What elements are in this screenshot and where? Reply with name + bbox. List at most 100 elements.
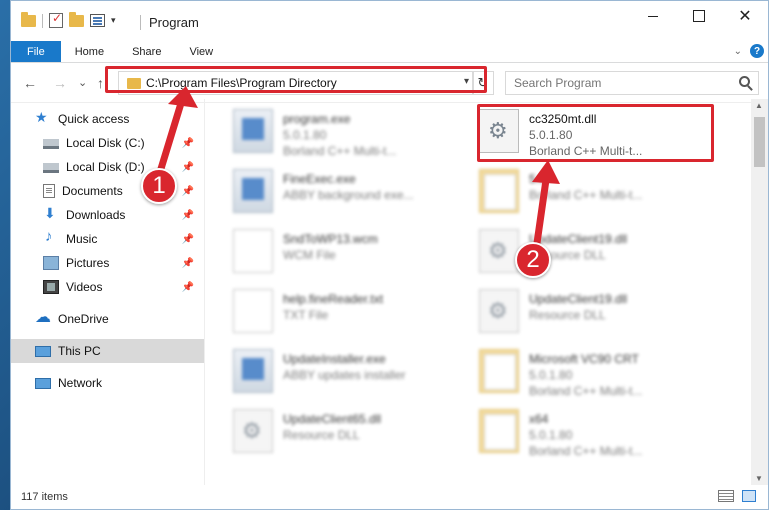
file-name: FineExec.exe bbox=[283, 172, 356, 186]
step-marker-1: 1 bbox=[141, 168, 177, 204]
sidebar-item-network[interactable]: Network bbox=[11, 371, 204, 395]
file-item[interactable]: Microsoft VC90 CRT 5.0.1.80 Borland C++ Mu… bbox=[475, 345, 703, 401]
file-item[interactable]: 5.0 Borland C++ Multi-t... bbox=[475, 165, 703, 221]
expand-ribbon-chevron-icon[interactable]: ⌄ bbox=[734, 46, 742, 57]
sidebar-item-music[interactable]: Music 📌 bbox=[11, 227, 204, 251]
vertical-scrollbar[interactable]: ▲ ▼ bbox=[751, 99, 768, 485]
tab-view[interactable]: View bbox=[175, 41, 227, 62]
folder-file-icon bbox=[479, 349, 519, 393]
search-icon[interactable] bbox=[739, 76, 750, 87]
sidebar-item-quick-access[interactable]: Quick access bbox=[11, 107, 204, 131]
file-list: program.exe 5.0.1.80 Borland C++ Multi-t..… bbox=[205, 99, 768, 485]
file-detail: TXT File bbox=[283, 308, 329, 322]
file-detail: ABBY updates installer bbox=[283, 368, 406, 382]
file-detail: Borland C++ Multi-t... bbox=[529, 384, 643, 398]
view-switcher bbox=[718, 490, 756, 502]
file-name: Microsoft VC90 CRT bbox=[529, 352, 639, 366]
title-separator bbox=[140, 15, 141, 30]
close-button[interactable]: ✕ bbox=[722, 1, 768, 31]
pin-icon[interactable]: 📌 bbox=[182, 138, 194, 149]
sidebar-item-this-pc[interactable]: This PC bbox=[11, 339, 204, 363]
sidebar-item-videos[interactable]: Videos 📌 bbox=[11, 275, 204, 299]
back-button[interactable]: ← bbox=[23, 75, 37, 91]
scroll-thumb[interactable] bbox=[754, 117, 765, 167]
file-detail: ABBY background exe... bbox=[283, 188, 414, 202]
sidebar-item-downloads[interactable]: Downloads 📌 bbox=[11, 203, 204, 227]
star-icon bbox=[35, 109, 51, 126]
file-detail: 5.0.1.80 bbox=[283, 128, 327, 142]
tab-share[interactable]: Share bbox=[118, 41, 175, 62]
new-folder-icon[interactable] bbox=[69, 11, 84, 27]
file-item[interactable]: UpdateClient19.dllResource DLL bbox=[475, 285, 703, 341]
file-meta: UpdateInstaller.exe ABBY updates installe… bbox=[283, 345, 406, 383]
address-path[interactable]: C:\Program Files\Program Directory bbox=[146, 76, 337, 90]
sidebar-item-label: Quick access bbox=[58, 112, 130, 126]
downloads-icon bbox=[43, 205, 59, 222]
file-item[interactable]: cc3250mt.dll 5.0.1.80 Borland C++ Multi-t.… bbox=[475, 105, 703, 161]
navigation-bar: ← → ⌄ ↑ C:\Program Files\Program Directo… bbox=[11, 67, 768, 103]
sidebar-item-label: Local Disk (D:) bbox=[66, 160, 145, 174]
file-item[interactable]: x64 5.0.1.80 Borland C++ Multi-t... bbox=[475, 405, 703, 461]
pin-icon[interactable]: 📌 bbox=[182, 234, 194, 245]
refresh-button[interactable]: ↻ bbox=[472, 71, 494, 95]
file-name: program.exe bbox=[283, 112, 351, 126]
scroll-up-icon[interactable]: ▲ bbox=[755, 101, 763, 110]
tiles-view-icon[interactable] bbox=[742, 490, 756, 502]
file-item[interactable]: program.exe 5.0.1.80 Borland C++ Multi-t..… bbox=[229, 105, 457, 161]
pin-icon[interactable]: 📌 bbox=[182, 210, 194, 221]
videos-icon bbox=[43, 280, 59, 294]
pin-icon[interactable]: 📌 bbox=[182, 186, 194, 197]
folder-file-icon bbox=[479, 409, 519, 453]
address-dropdown-icon[interactable]: ▾ bbox=[464, 76, 469, 87]
sidebar-item-local-disk-d[interactable]: Local Disk (D:) 📌 bbox=[11, 155, 204, 179]
dll-file-icon bbox=[479, 289, 519, 333]
file-item[interactable]: SndToWP13.wcm WCM File bbox=[229, 225, 457, 281]
navigation-pane: Quick access Local Disk (C:) 📌 Local Dis… bbox=[11, 99, 205, 485]
file-item[interactable]: FineExec.exe ABBY background exe... bbox=[229, 165, 457, 221]
window-controls: ✕ bbox=[630, 1, 768, 31]
pin-icon[interactable]: 📌 bbox=[182, 282, 194, 293]
customize-toolbar-caret-icon[interactable]: ▾ bbox=[111, 15, 116, 26]
file-item[interactable]: help.fineReader.txt TXT File bbox=[229, 285, 457, 341]
file-item[interactable]: UpdateClient19.dllResource DLL bbox=[475, 225, 703, 281]
pin-icon[interactable]: 📌 bbox=[182, 258, 194, 269]
explorer-window: ▾ Program ✕ File Home Share View ⌄ ? ← →… bbox=[10, 0, 769, 510]
file-item[interactable]: UpdateClient65.dll Resource DLL bbox=[229, 405, 457, 461]
exe-file-icon bbox=[233, 109, 273, 153]
address-bar[interactable]: C:\Program Files\Program Directory ▾ bbox=[118, 71, 474, 95]
sidebar-item-onedrive[interactable]: OneDrive bbox=[11, 307, 204, 331]
scroll-down-icon[interactable]: ▼ bbox=[755, 474, 763, 483]
maximize-button[interactable] bbox=[676, 1, 722, 31]
pin-icon[interactable]: 📌 bbox=[182, 162, 194, 173]
tab-home[interactable]: Home bbox=[61, 41, 118, 62]
properties-check-icon[interactable] bbox=[49, 11, 63, 28]
file-meta: help.fineReader.txt TXT File bbox=[283, 285, 383, 323]
file-name: help.fineReader.txt bbox=[283, 292, 384, 306]
file-meta: FineExec.exe ABBY background exe... bbox=[283, 165, 414, 203]
search-input[interactable] bbox=[514, 76, 724, 90]
computer-icon bbox=[35, 345, 51, 357]
file-detail: 5.0.1.80 bbox=[529, 128, 573, 142]
dll-file-icon bbox=[479, 109, 519, 153]
file-meta: 5.0 Borland C++ Multi-t... bbox=[529, 165, 642, 203]
view-details-toolbar-icon[interactable] bbox=[90, 14, 105, 27]
file-detail: Resource DLL bbox=[283, 428, 360, 442]
sidebar-item-local-disk-c[interactable]: Local Disk (C:) 📌 bbox=[11, 131, 204, 155]
sidebar-item-label: Music bbox=[66, 232, 98, 246]
details-view-icon[interactable] bbox=[718, 490, 734, 502]
file-name: SndToWP13.wcm bbox=[283, 232, 378, 246]
minimize-button[interactable] bbox=[630, 1, 676, 31]
item-count: 117 items bbox=[21, 491, 68, 503]
toolbar-separator bbox=[42, 13, 43, 28]
tab-file[interactable]: File bbox=[11, 41, 61, 62]
disk-icon bbox=[43, 139, 59, 149]
help-icon[interactable]: ? bbox=[750, 44, 764, 58]
sidebar-item-pictures[interactable]: Pictures 📌 bbox=[11, 251, 204, 275]
sidebar-item-label: Documents bbox=[62, 184, 123, 198]
file-item[interactable]: UpdateInstaller.exe ABBY updates installe… bbox=[229, 345, 457, 401]
recent-locations-button[interactable]: ⌄ bbox=[78, 76, 87, 89]
up-button[interactable]: ↑ bbox=[97, 75, 104, 91]
dll-file-icon bbox=[233, 409, 273, 453]
forward-button[interactable]: → bbox=[53, 75, 67, 91]
search-box[interactable] bbox=[505, 71, 759, 95]
